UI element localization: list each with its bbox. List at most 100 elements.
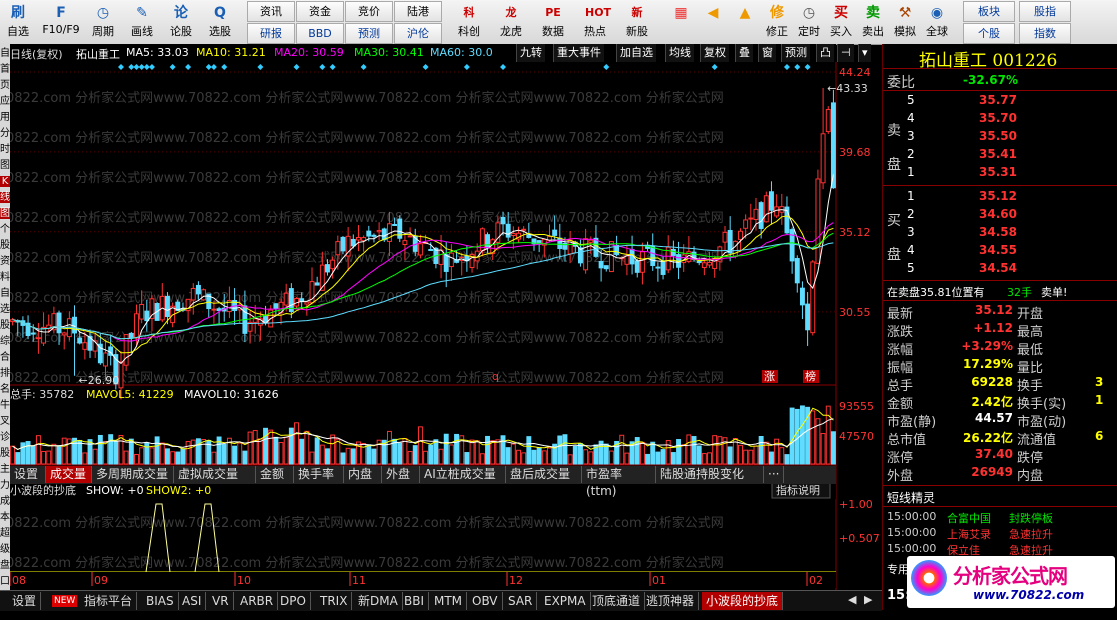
- toolbar-grid-1-3[interactable]: 沪伦: [394, 23, 442, 44]
- toolbar3-button-3[interactable]: 修修正: [761, 0, 793, 44]
- indicator-tab-1[interactable]: 指标平台 NEW: [52, 592, 138, 610]
- toolbar3-button-7[interactable]: ⚒ 模拟: [889, 0, 921, 44]
- volume-tab-8[interactable]: AI立桩成交量: [420, 466, 506, 483]
- indicator-tab-9[interactable]: BBI: [400, 592, 430, 610]
- chart-header-button-1[interactable]: 重大事件: [553, 44, 604, 62]
- sell-price[interactable]: 35.31: [979, 165, 1017, 179]
- marker-bang[interactable]: 榜: [805, 369, 816, 383]
- sprite-stock[interactable]: 上海艾录: [947, 526, 991, 542]
- toolbar-grid-1-1[interactable]: BBD: [296, 23, 344, 44]
- volume-tab-0[interactable]: 设置: [10, 466, 46, 483]
- toolbar-grid2-1-1[interactable]: 指数: [1019, 23, 1071, 44]
- buy-price[interactable]: 35.12: [979, 189, 1017, 203]
- buy-price[interactable]: 34.54: [979, 261, 1017, 275]
- left-nav-char[interactable]: 牛: [0, 400, 10, 411]
- indicator-tab-2[interactable]: BIAS: [142, 592, 179, 610]
- left-nav-char[interactable]: 合: [0, 352, 10, 363]
- left-nav-char[interactable]: 本: [0, 512, 10, 523]
- buy-price[interactable]: 34.58: [979, 225, 1017, 239]
- chart-header-button-0[interactable]: 九转: [516, 44, 545, 62]
- chart-header-button-9[interactable]: ⊣: [837, 44, 854, 62]
- indicator-tab-11[interactable]: OBV: [468, 592, 503, 610]
- left-nav-char[interactable]: 自: [0, 288, 10, 299]
- toolbar-button-0[interactable]: 刷自选: [0, 0, 36, 44]
- toolbar3-button-1[interactable]: ◀: [697, 0, 729, 44]
- toolbar-grid-1-2[interactable]: 预测: [345, 23, 393, 44]
- left-nav-char[interactable]: 线: [0, 192, 10, 203]
- toolbar2-button-2[interactable]: PE 数据: [533, 0, 573, 44]
- left-nav-char[interactable]: 级: [0, 544, 10, 555]
- volume-tab-11[interactable]: 陆股通持股变化: [656, 466, 764, 483]
- kline-chart[interactable]: 0822.com 分析家公式网www.70822.com 分析家公式网www.7…: [10, 62, 882, 590]
- toolbar-grid2-1-0[interactable]: 个股: [963, 23, 1015, 44]
- indicator-tab-14[interactable]: 顶底通道: [588, 592, 646, 610]
- left-nav-char[interactable]: 成: [0, 496, 10, 507]
- indicator-tab-0[interactable]: 设置: [8, 592, 42, 610]
- toolbar-grid-0-0[interactable]: 资讯: [247, 1, 295, 22]
- toolbar3-button-5[interactable]: 买买入: [825, 0, 857, 44]
- toolbar-button-3[interactable]: ✎ 画线: [124, 0, 160, 44]
- left-nav-char[interactable]: 首: [0, 64, 10, 75]
- indicator-tab-5[interactable]: ARBR: [236, 592, 279, 610]
- left-nav-char[interactable]: 叉: [0, 416, 10, 427]
- toolbar3-button-0[interactable]: ▦: [665, 0, 697, 44]
- left-nav-char[interactable]: 股: [0, 448, 10, 459]
- left-nav-char[interactable]: 用: [0, 112, 10, 123]
- left-nav-char[interactable]: 选: [0, 304, 10, 315]
- left-nav-char[interactable]: 股: [0, 320, 10, 331]
- buy-price[interactable]: 34.60: [979, 207, 1017, 221]
- toolbar3-button-6[interactable]: 卖卖出: [857, 0, 889, 44]
- left-nav-char[interactable]: 股: [0, 240, 10, 251]
- sprite-stock[interactable]: 合富中国: [947, 510, 991, 526]
- volume-tab-7[interactable]: 外盘: [382, 466, 420, 483]
- sprite-title[interactable]: 短线精灵: [887, 489, 935, 506]
- chart-header-button-6[interactable]: 窗: [758, 44, 776, 62]
- chart-header-button-8[interactable]: 凸: [816, 44, 834, 62]
- volume-tab-1[interactable]: 成交量: [46, 466, 92, 483]
- toolbar2-button-4[interactable]: 新新股: [617, 0, 657, 44]
- toolbar-grid-0-2[interactable]: 竞价: [345, 1, 393, 22]
- indicator-tab-3[interactable]: ASI: [178, 592, 207, 610]
- toolbar-button-4[interactable]: 论论股: [163, 0, 199, 44]
- left-nav-char[interactable]: 名: [0, 384, 10, 395]
- volume-tab-9[interactable]: 盘后成交量: [506, 466, 582, 483]
- sell-price[interactable]: 35.77: [979, 93, 1017, 107]
- left-nav-char[interactable]: 页: [0, 80, 10, 91]
- indicator-tab-10[interactable]: MTM: [430, 592, 468, 610]
- toolbar2-button-1[interactable]: 龙龙虎: [491, 0, 531, 44]
- indicator-explain-label[interactable]: 指标说明: [776, 483, 820, 497]
- indicator-tab-12[interactable]: SAR: [504, 592, 538, 610]
- left-nav-char[interactable]: 自: [0, 48, 10, 59]
- volume-tab-2[interactable]: 多周期成交量: [92, 466, 174, 483]
- indicator-tab-16[interactable]: 小波段的抄底: [702, 592, 784, 610]
- left-nav-char[interactable]: 超: [0, 528, 10, 539]
- chart-header-button-3[interactable]: 均线: [665, 44, 694, 62]
- scroll-right-icon[interactable]: ▶: [864, 593, 872, 606]
- left-nav-char[interactable]: 时: [0, 144, 10, 155]
- toolbar-grid-0-1[interactable]: 资金: [296, 1, 344, 22]
- left-nav-char[interactable]: 综: [0, 336, 10, 347]
- sell-price[interactable]: 35.41: [979, 147, 1017, 161]
- volume-tab-10[interactable]: 市盈率(ttm): [582, 466, 656, 498]
- toolbar2-button-3[interactable]: HOT 热点: [575, 0, 615, 44]
- buy-price[interactable]: 34.55: [979, 243, 1017, 257]
- left-nav-char[interactable]: 分: [0, 128, 10, 139]
- toolbar-grid-1-0[interactable]: 研报: [247, 23, 295, 44]
- sell-price[interactable]: 35.50: [979, 129, 1017, 143]
- period-label[interactable]: 日线(复权): [10, 46, 63, 62]
- left-nav-char[interactable]: 排: [0, 368, 10, 379]
- toolbar2-button-0[interactable]: 科科创: [449, 0, 489, 44]
- left-nav-char[interactable]: K: [0, 176, 10, 187]
- toolbar-grid2-0-1[interactable]: 股指: [1019, 1, 1071, 22]
- toolbar-button-2[interactable]: ◷ 周期: [85, 0, 121, 44]
- left-nav-char[interactable]: 力: [0, 480, 10, 491]
- toolbar-grid-0-3[interactable]: 陆港: [394, 1, 442, 22]
- toolbar-button-1[interactable]: F F10/F9: [39, 0, 83, 44]
- toolbar3-button-8[interactable]: ◉ 全球: [921, 0, 953, 44]
- chart-header-button-2[interactable]: 加自选: [616, 44, 656, 62]
- toolbar3-button-4[interactable]: ◷ 定时: [793, 0, 825, 44]
- indicator-tab-4[interactable]: VR: [208, 592, 234, 610]
- left-nav-char[interactable]: 主: [0, 464, 10, 475]
- chart-header-button-7[interactable]: 预测: [781, 44, 810, 62]
- left-nav-char[interactable]: 应: [0, 96, 10, 107]
